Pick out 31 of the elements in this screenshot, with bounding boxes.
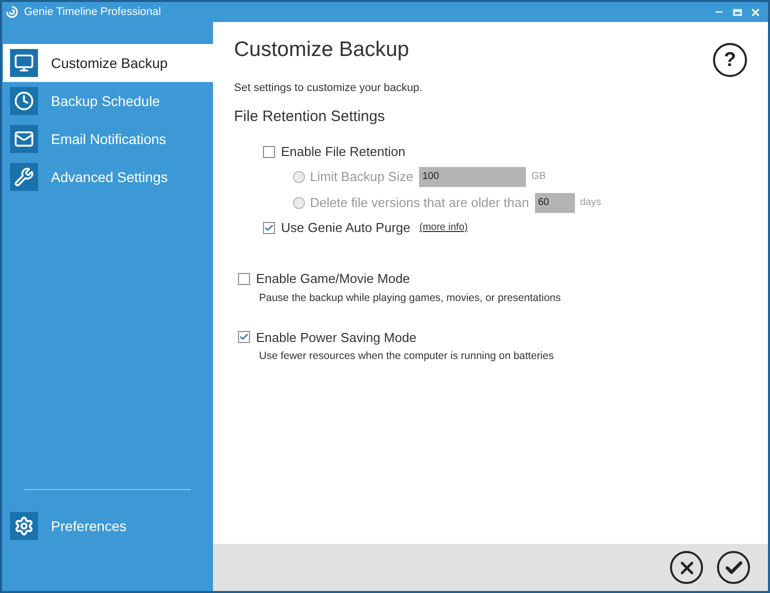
checkbox[interactable] <box>238 331 250 344</box>
checkbox-label: Enable Power Saving Mode <box>256 328 416 347</box>
page-subtitle: Set settings to customize your backup. <box>234 80 424 96</box>
checkbox-label: Enable File Retention <box>281 142 406 161</box>
confirm-button[interactable] <box>717 551 750 584</box>
wrench-icon <box>10 163 38 191</box>
page-title: Customize Backup <box>234 37 410 63</box>
checkbox-label: Use Genie Auto Purge <box>281 218 410 237</box>
unit-label: GB <box>531 170 546 184</box>
checkbox[interactable] <box>263 222 275 234</box>
section-heading: File Retention Settings <box>234 107 386 127</box>
app-logo-icon <box>6 6 18 18</box>
checkbox[interactable] <box>238 272 250 284</box>
gear-icon <box>10 512 38 540</box>
sidebar-item[interactable]: Customize Backup <box>3 44 213 82</box>
option-description: Pause the backup while playing games, movies, or presentations <box>259 290 562 306</box>
clock-icon <box>10 87 38 115</box>
monitor-icon <box>10 49 38 77</box>
window-title: Genie Timeline Professional <box>24 4 161 20</box>
maximize-icon <box>732 8 742 16</box>
help-button[interactable]: ? <box>713 43 747 77</box>
radio-label: Delete file versions that are older than <box>310 194 529 212</box>
checkbox-label: Enable Game/Movie Mode <box>256 270 410 288</box>
option-description: Use fewer resources when the computer is running on batteries <box>259 349 555 364</box>
close-icon <box>750 6 760 18</box>
radio-label: Limit Backup Size <box>310 168 414 186</box>
checkbox[interactable] <box>263 146 275 158</box>
cancel-button[interactable] <box>670 551 703 584</box>
mail-icon <box>10 125 38 153</box>
unit-label: days <box>580 196 602 210</box>
more-info-link[interactable]: (more info) <box>419 220 468 235</box>
